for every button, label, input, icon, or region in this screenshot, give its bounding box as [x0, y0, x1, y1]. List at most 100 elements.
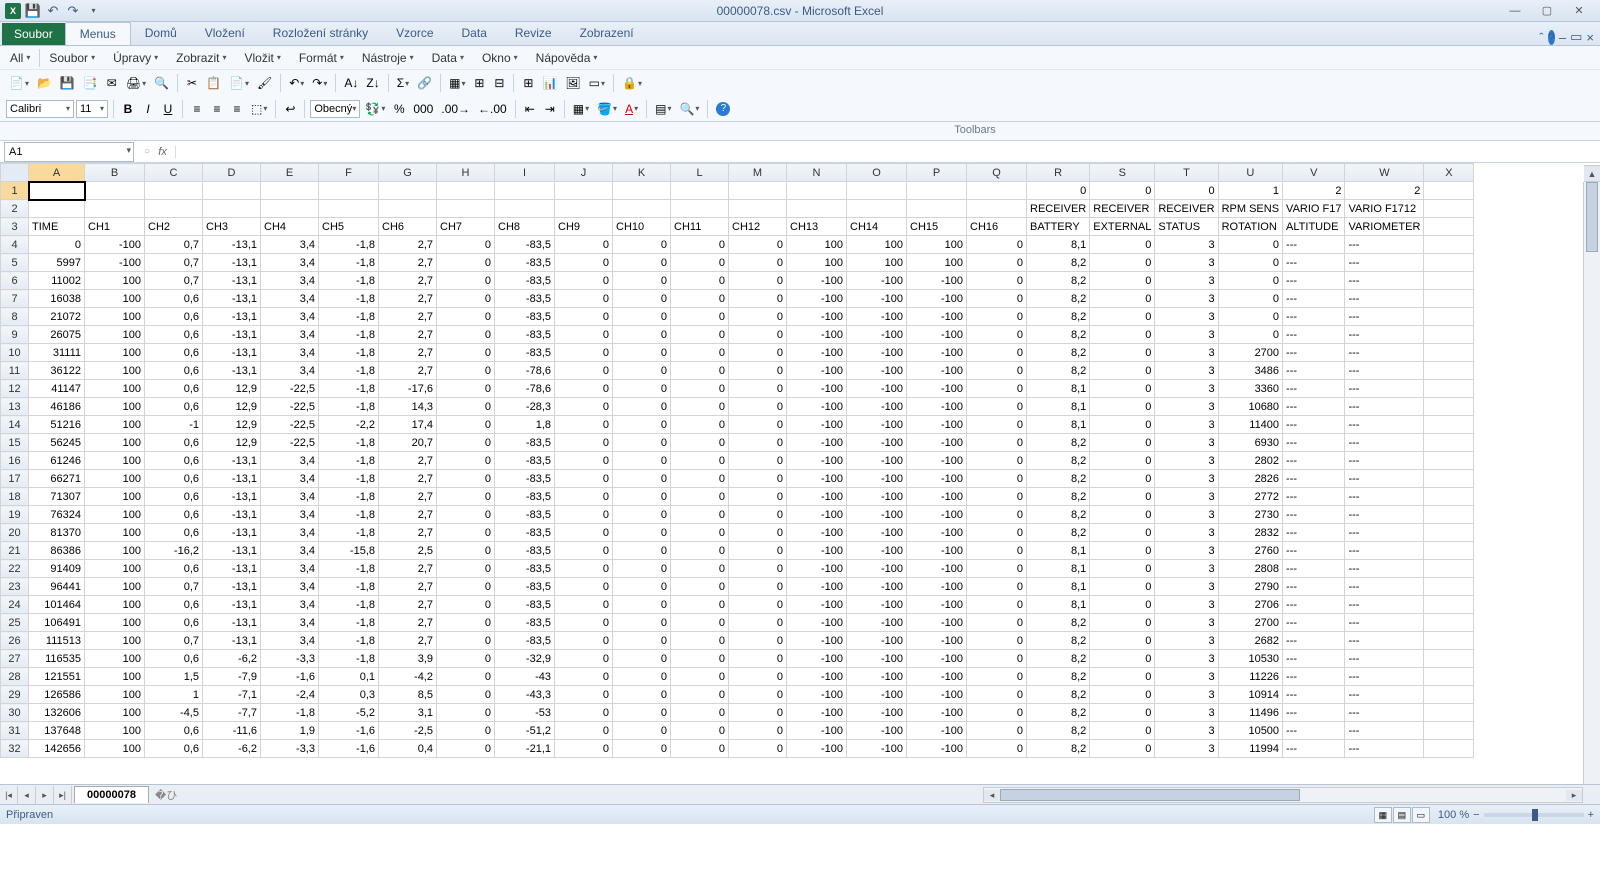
- cell-X30[interactable]: [1424, 704, 1474, 722]
- cell-C14[interactable]: -1: [145, 416, 203, 434]
- cell-Q10[interactable]: 0: [967, 344, 1027, 362]
- col-header-R[interactable]: R: [1027, 164, 1090, 182]
- cell-P1[interactable]: [907, 182, 967, 200]
- borders-icon[interactable]: ▦▾: [570, 99, 592, 119]
- underline-button[interactable]: U: [159, 99, 177, 119]
- cell-W21[interactable]: ---: [1345, 542, 1424, 560]
- cell-Q1[interactable]: [967, 182, 1027, 200]
- cell-M19[interactable]: 0: [729, 506, 787, 524]
- cell-R30[interactable]: 8,2: [1027, 704, 1090, 722]
- row-header-20[interactable]: 20: [1, 524, 29, 542]
- cell-P24[interactable]: -100: [907, 596, 967, 614]
- cell-V25[interactable]: ---: [1283, 614, 1345, 632]
- wrap-text-icon[interactable]: ↩: [281, 99, 299, 119]
- cell-O10[interactable]: -100: [847, 344, 907, 362]
- row-header-3[interactable]: 3: [1, 218, 29, 236]
- cell-J6[interactable]: 0: [555, 272, 613, 290]
- cell-A30[interactable]: 132606: [29, 704, 85, 722]
- menu-nástroje[interactable]: Nástroje▾: [358, 49, 418, 67]
- cell-B25[interactable]: 100: [85, 614, 145, 632]
- cell-Q12[interactable]: 0: [967, 380, 1027, 398]
- cell-E15[interactable]: -22,5: [261, 434, 319, 452]
- cell-A23[interactable]: 96441: [29, 578, 85, 596]
- cell-M16[interactable]: 0: [729, 452, 787, 470]
- cell-S24[interactable]: 0: [1090, 596, 1155, 614]
- cell-U31[interactable]: 10500: [1218, 722, 1282, 740]
- cell-N16[interactable]: -100: [787, 452, 847, 470]
- cell-O5[interactable]: 100: [847, 254, 907, 272]
- cell-W27[interactable]: ---: [1345, 650, 1424, 668]
- cell-B14[interactable]: 100: [85, 416, 145, 434]
- cell-E13[interactable]: -22,5: [261, 398, 319, 416]
- file-tab[interactable]: Soubor: [2, 23, 65, 45]
- row-header-2[interactable]: 2: [1, 200, 29, 218]
- cell-L21[interactable]: 0: [671, 542, 729, 560]
- cell-A1[interactable]: [29, 182, 85, 200]
- cell-W26[interactable]: ---: [1345, 632, 1424, 650]
- formula-input[interactable]: [180, 143, 1600, 161]
- cell-I27[interactable]: -32,9: [495, 650, 555, 668]
- cell-H10[interactable]: 0: [437, 344, 495, 362]
- cell-S23[interactable]: 0: [1090, 578, 1155, 596]
- cell-N20[interactable]: -100: [787, 524, 847, 542]
- cell-T5[interactable]: 3: [1155, 254, 1218, 272]
- cell-I4[interactable]: -83,5: [495, 236, 555, 254]
- cell-M5[interactable]: 0: [729, 254, 787, 272]
- cell-C13[interactable]: 0,6: [145, 398, 203, 416]
- cell-B8[interactable]: 100: [85, 308, 145, 326]
- cell-P8[interactable]: -100: [907, 308, 967, 326]
- cell-V22[interactable]: ---: [1283, 560, 1345, 578]
- cell-O17[interactable]: -100: [847, 470, 907, 488]
- cell-F26[interactable]: -1,8: [319, 632, 379, 650]
- cell-A27[interactable]: 116535: [29, 650, 85, 668]
- cell-B29[interactable]: 100: [85, 686, 145, 704]
- comma-icon[interactable]: 000: [410, 99, 436, 119]
- cell-T28[interactable]: 3: [1155, 668, 1218, 686]
- cell-H29[interactable]: 0: [437, 686, 495, 704]
- cell-C16[interactable]: 0,6: [145, 452, 203, 470]
- cell-N11[interactable]: -100: [787, 362, 847, 380]
- cell-Q28[interactable]: 0: [967, 668, 1027, 686]
- cell-H14[interactable]: 0: [437, 416, 495, 434]
- cell-I20[interactable]: -83,5: [495, 524, 555, 542]
- cell-P7[interactable]: -100: [907, 290, 967, 308]
- autosum-icon[interactable]: Σ▾: [394, 73, 412, 93]
- cell-L14[interactable]: 0: [671, 416, 729, 434]
- cell-R22[interactable]: 8,1: [1027, 560, 1090, 578]
- cell-J21[interactable]: 0: [555, 542, 613, 560]
- cell-Q23[interactable]: 0: [967, 578, 1027, 596]
- cell-F10[interactable]: -1,8: [319, 344, 379, 362]
- cell-N21[interactable]: -100: [787, 542, 847, 560]
- cell-G8[interactable]: 2,7: [379, 308, 437, 326]
- cell-B17[interactable]: 100: [85, 470, 145, 488]
- pivot-icon[interactable]: ⊞: [519, 73, 537, 93]
- tab-domů[interactable]: Domů: [131, 22, 191, 45]
- cell-U28[interactable]: 11226: [1218, 668, 1282, 686]
- cell-W14[interactable]: ---: [1345, 416, 1424, 434]
- cell-P23[interactable]: -100: [907, 578, 967, 596]
- cell-U20[interactable]: 2832: [1218, 524, 1282, 542]
- cell-L29[interactable]: 0: [671, 686, 729, 704]
- cell-O4[interactable]: 100: [847, 236, 907, 254]
- cell-V5[interactable]: ---: [1283, 254, 1345, 272]
- cell-S5[interactable]: 0: [1090, 254, 1155, 272]
- cell-A22[interactable]: 91409: [29, 560, 85, 578]
- currency-icon[interactable]: 💱▾: [362, 99, 388, 119]
- cell-F9[interactable]: -1,8: [319, 326, 379, 344]
- number-format-combo[interactable]: Obecný▾: [310, 100, 360, 118]
- cell-B3[interactable]: CH1: [85, 218, 145, 236]
- font-size-combo[interactable]: 11▾: [76, 100, 108, 118]
- cell-O8[interactable]: -100: [847, 308, 907, 326]
- cell-O30[interactable]: -100: [847, 704, 907, 722]
- find-icon[interactable]: 🔍▾: [676, 99, 702, 119]
- cell-K17[interactable]: 0: [613, 470, 671, 488]
- cell-D8[interactable]: -13,1: [203, 308, 261, 326]
- cell-E31[interactable]: 1,9: [261, 722, 319, 740]
- cell-G20[interactable]: 2,7: [379, 524, 437, 542]
- cell-J32[interactable]: 0: [555, 740, 613, 758]
- cell-N9[interactable]: -100: [787, 326, 847, 344]
- row-header-14[interactable]: 14: [1, 416, 29, 434]
- cell-I1[interactable]: [495, 182, 555, 200]
- cell-G23[interactable]: 2,7: [379, 578, 437, 596]
- cell-L1[interactable]: [671, 182, 729, 200]
